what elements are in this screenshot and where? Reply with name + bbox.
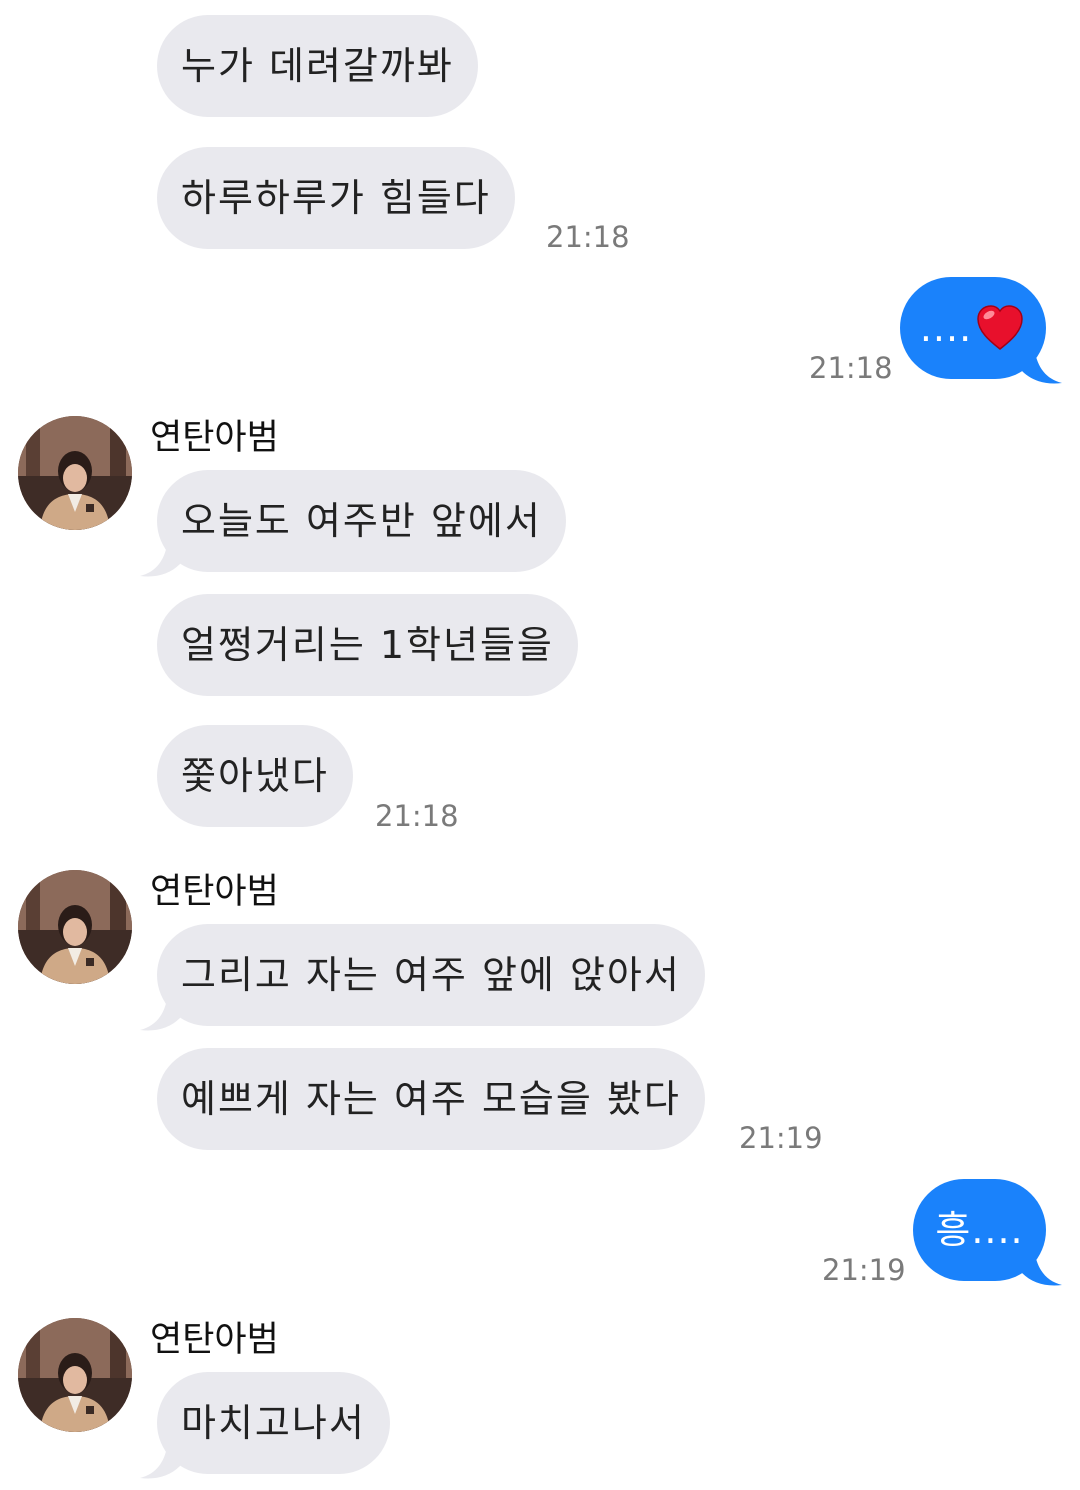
sender-name: 연탄아범 xyxy=(150,1320,279,1360)
message-bubble-incoming[interactable]: 누가 데려갈까봐 xyxy=(157,15,478,117)
red-heart-icon xyxy=(977,304,1023,350)
message-text: 흥.... xyxy=(935,1208,1024,1252)
message-text: 얼쩡거리는 1학년들을 xyxy=(181,623,554,667)
message-bubble-incoming[interactable]: 오늘도 여주반 앞에서 xyxy=(157,470,566,572)
message-bubble-incoming[interactable]: 예쁘게 자는 여주 모습을 봤다 xyxy=(157,1048,705,1150)
message-text: 그리고 자는 여주 앞에 앉아서 xyxy=(181,953,681,997)
message-timestamp: 21:19 xyxy=(822,1253,906,1287)
avatar[interactable] xyxy=(18,870,132,984)
message-text: .... xyxy=(919,306,973,350)
message-bubble-incoming[interactable]: 그리고 자는 여주 앞에 앉아서 xyxy=(157,924,705,1026)
message-timestamp: 21:18 xyxy=(546,220,630,254)
sender-name: 연탄아범 xyxy=(150,872,279,912)
message-bubble-outgoing[interactable]: .... xyxy=(900,277,1046,379)
message-text: 예쁘게 자는 여주 모습을 봤다 xyxy=(181,1077,681,1121)
message-bubble-incoming[interactable]: 마치고나서 xyxy=(157,1372,390,1474)
message-bubble-incoming[interactable]: 쫓아냈다 xyxy=(157,725,353,827)
message-timestamp: 21:18 xyxy=(375,799,459,833)
message-text: 오늘도 여주반 앞에서 xyxy=(181,499,542,543)
message-timestamp: 21:19 xyxy=(739,1121,823,1155)
avatar[interactable] xyxy=(18,1318,132,1432)
avatar[interactable] xyxy=(18,416,132,530)
message-text: 하루하루가 힘들다 xyxy=(181,176,491,220)
message-timestamp: 21:18 xyxy=(809,351,893,385)
message-bubble-outgoing[interactable]: 흥.... xyxy=(913,1179,1046,1281)
message-bubble-incoming[interactable]: 하루하루가 힘들다 xyxy=(157,147,515,249)
sender-name: 연탄아범 xyxy=(150,418,279,458)
message-text: 마치고나서 xyxy=(181,1401,366,1445)
message-text: 누가 데려갈까봐 xyxy=(181,44,454,88)
message-bubble-incoming[interactable]: 얼쩡거리는 1학년들을 xyxy=(157,594,578,696)
message-text: 쫓아냈다 xyxy=(181,754,329,798)
